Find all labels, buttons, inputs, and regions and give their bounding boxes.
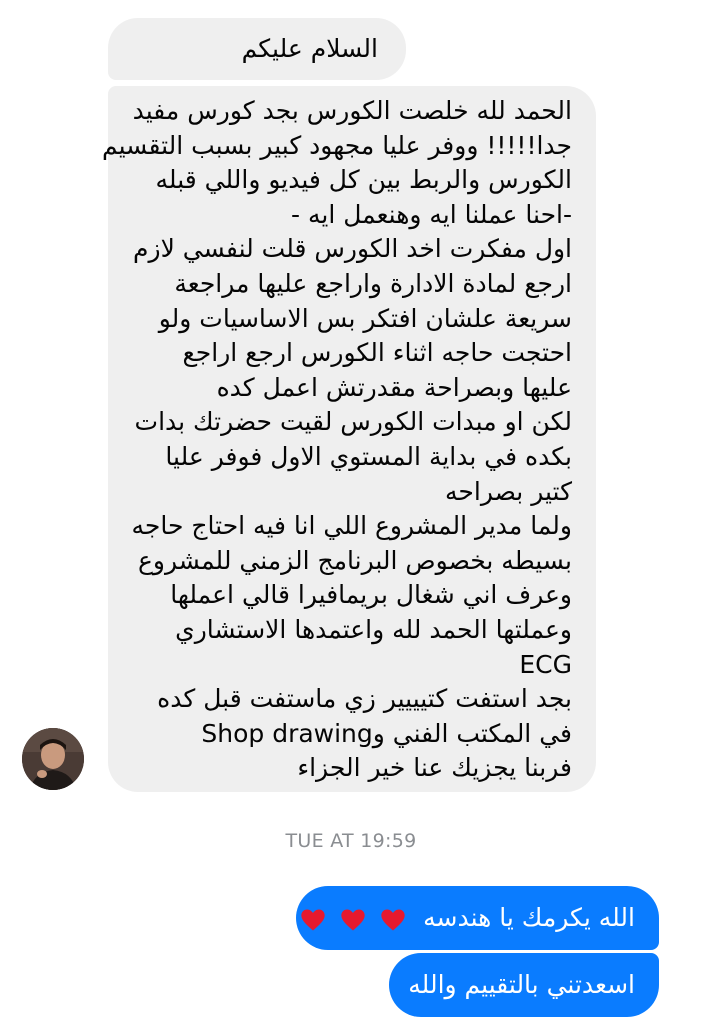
message-line: بسيطه بخصوص البرنامج الزمني للمشروع (138, 545, 572, 575)
message-line: احتجت حاجه اثناء الكورس ارجع اراجع (182, 338, 573, 368)
hearts-group (297, 887, 409, 951)
message-line: في المكتب الفني وShop drawing (201, 718, 572, 748)
heart-icon (341, 909, 365, 931)
message-line: ECG (519, 649, 572, 679)
message-bubble-review[interactable]: الحمد لله خلصت الكورس بجد كورس مفيد جدا!… (101, 86, 596, 792)
message-line: وعرف اني شغال بريمافيرا قالي اعملها (170, 580, 572, 610)
message-line: الحمد لله خلصت الكورس بجد كورس مفيد (132, 96, 572, 125)
message-bubble-reply-happy[interactable]: اسعدتني بالتقييم والله (389, 953, 659, 1017)
heart-icon (381, 909, 405, 931)
message-line: وعملتها الحمد لله واعتمدها الاستشاري (175, 614, 572, 644)
message-line: ولما مدير المشروع اللي انا فيه احتاج حاج… (131, 511, 572, 541)
avatar-image (22, 728, 84, 790)
message-bubble-greeting[interactable]: السلام عليكم يابشمهندس (108, 18, 406, 125)
message-timestamp: TUE AT 19:59 (285, 830, 417, 852)
message-text: الله يكرمك يا هندسه (423, 903, 635, 932)
sender-avatar[interactable] (22, 728, 84, 790)
message-line: جدا!!!!! ووفر عليا مجهود كبير بسبب التقس… (101, 130, 572, 160)
message-line: بكده في بداية المستوي الاول فوفر عليا (165, 441, 572, 471)
message-line: عليها وبصراحة مقدرتش اعمل كده (216, 372, 572, 402)
message-bubble-reply-thanks[interactable]: الله يكرمك يا هندسه (296, 886, 659, 950)
message-line: بجد استفت كتيييير زي ماستفت قبل كده (157, 684, 572, 714)
heart-icon (301, 909, 325, 931)
message-line: فربنا يجزيك عنا خير الجزاء (297, 753, 572, 783)
message-line: كتير بصراحه (445, 476, 572, 506)
message-line: ارجع لمادة الادارة واراجع عليها مراجعة (174, 268, 572, 298)
message-line: لكن او مبدات الكورس لقيت حضرتك بدات (134, 407, 572, 437)
message-line: الكورس والربط بين كل فيديو واللي قبله (155, 165, 572, 195)
message-line: سريعة علشان افتكر بس الاساسيات ولو (158, 303, 572, 333)
message-line: اول مفكرت اخد الكورس قلت لنفسي لازم (133, 234, 572, 264)
message-line: -احنا عملنا ايه وهنعمل ايه - (290, 199, 572, 229)
message-text: اسعدتني بالتقييم والله (408, 970, 635, 999)
